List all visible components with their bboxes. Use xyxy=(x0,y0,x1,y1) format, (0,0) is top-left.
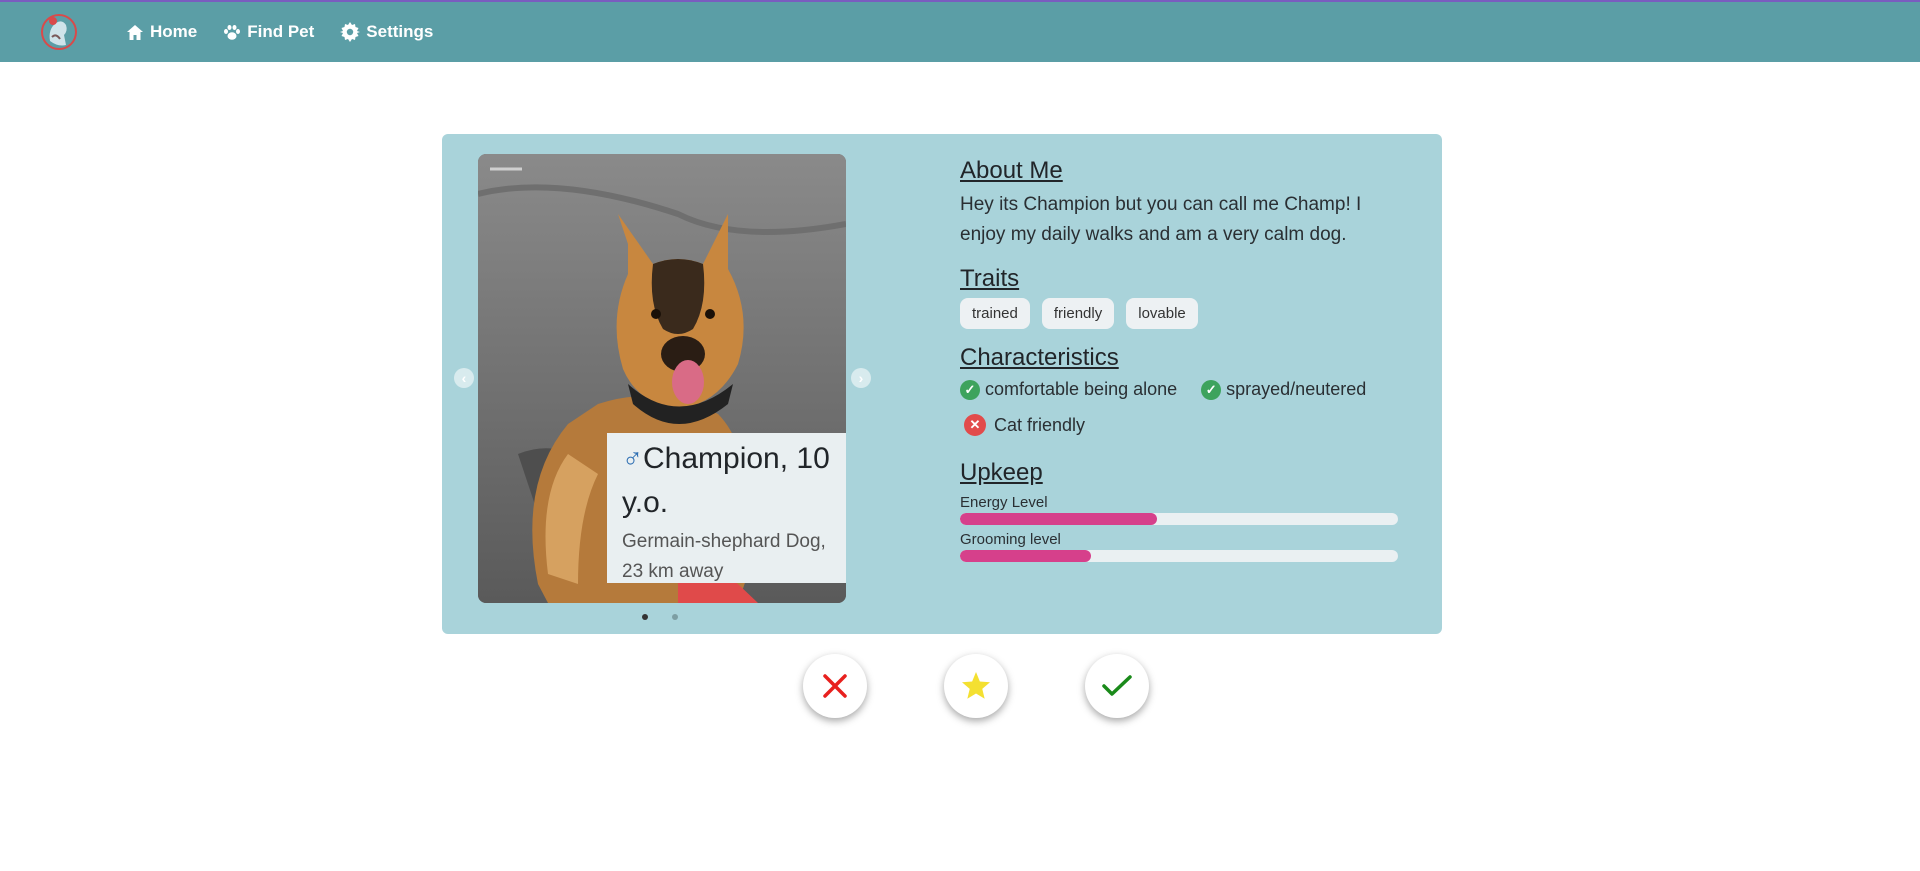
nav-home[interactable]: Home xyxy=(126,22,197,42)
carousel-prev-button[interactable]: ‹ xyxy=(454,368,474,388)
app-logo[interactable] xyxy=(38,11,80,53)
characteristics-list: ✓ comfortable being alone ✓ sprayed/neut… xyxy=(960,379,1400,450)
home-icon xyxy=(127,24,143,40)
grooming-level-bar xyxy=(960,550,1398,562)
pet-info: About Me Hey its Champion but you can ca… xyxy=(960,156,1400,562)
about-title: About Me xyxy=(960,157,1063,184)
grooming-level-fill xyxy=(960,550,1092,562)
energy-level-bar xyxy=(960,513,1398,525)
favorite-button[interactable] xyxy=(944,654,1008,718)
trait-chip: friendly xyxy=(1041,298,1115,329)
nav-settings[interactable]: Settings xyxy=(340,22,433,42)
pet-caption: ♂Champion, 10 y.o. Germain-shephard Dog,… xyxy=(607,433,846,583)
grooming-level-label: Grooming level xyxy=(960,531,1061,548)
characteristics-title: Characteristics xyxy=(960,344,1119,371)
pet-photo-carousel[interactable]: ♂Champion, 10 y.o. Germain-shephard Dog,… xyxy=(478,154,846,603)
check-icon xyxy=(1102,675,1132,696)
characteristic-item: ✕ Cat friendly xyxy=(960,414,1085,436)
nav-home-label: Home xyxy=(150,22,198,41)
close-icon xyxy=(823,674,847,698)
trait-chip: trained xyxy=(960,298,1030,329)
carousel-dot-1[interactable] xyxy=(642,614,648,620)
carousel-dot-2[interactable] xyxy=(672,614,678,620)
star-icon xyxy=(962,672,990,699)
characteristic-label: comfortable being alone xyxy=(985,379,1178,399)
traits-title: Traits xyxy=(960,265,1020,292)
trait-chip: lovable xyxy=(1126,298,1198,329)
characteristic-item: ✓ comfortable being alone xyxy=(960,379,1177,400)
pet-breed-distance: Germain-shephard Dog, 23 km away xyxy=(622,531,826,582)
nav-settings-label: Settings xyxy=(366,22,434,41)
pet-profile-card: ♂Champion, 10 y.o. Germain-shephard Dog,… xyxy=(442,134,1442,634)
gear-icon xyxy=(340,22,361,42)
male-gender-icon: ♂ xyxy=(622,443,643,474)
energy-level-label: Energy Level xyxy=(960,494,1048,511)
about-text: Hey its Champion but you can call me Cha… xyxy=(960,194,1362,245)
nav-find-pet-label: Find Pet xyxy=(247,22,315,41)
chevron-right-icon: › xyxy=(858,370,864,386)
upkeep-title: Upkeep xyxy=(960,459,1043,486)
carousel-next-button[interactable]: › xyxy=(851,368,871,388)
paw-icon xyxy=(224,24,241,40)
check-circle-icon: ✓ xyxy=(960,379,980,400)
traits-list: trained friendly lovable xyxy=(960,298,1400,329)
check-circle-icon: ✓ xyxy=(1201,379,1222,400)
carousel-indicators xyxy=(642,614,702,620)
characteristic-label: Cat friendly xyxy=(994,414,1086,435)
characteristic-label: sprayed/neutered xyxy=(1226,379,1367,399)
nav-find-pet[interactable]: Find Pet xyxy=(223,22,314,42)
top-navbar: Home Find Pet Settings xyxy=(0,0,1920,62)
x-circle-icon: ✕ xyxy=(964,414,986,436)
chevron-left-icon: ‹ xyxy=(461,370,467,386)
pet-name-age: ♂Champion, 10 y.o. xyxy=(622,437,831,525)
reject-button[interactable] xyxy=(803,654,867,718)
characteristic-item: ✓ sprayed/neutered xyxy=(1201,379,1366,400)
accept-button[interactable] xyxy=(1085,654,1149,718)
energy-level-fill xyxy=(960,513,1158,525)
pet-name-age-text: Champion, 10 y.o. xyxy=(622,442,830,519)
